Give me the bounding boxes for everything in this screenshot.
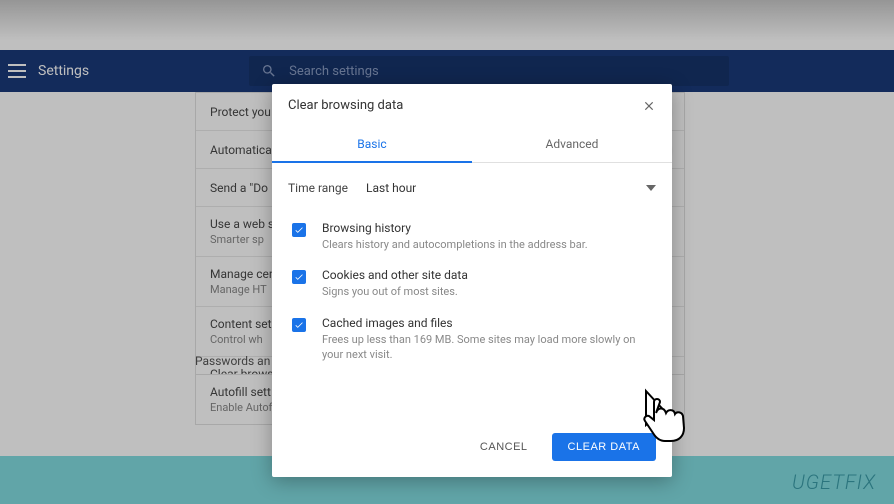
time-range-value: Last hour — [366, 181, 416, 195]
tab-basic[interactable]: Basic — [272, 127, 472, 163]
search-icon — [261, 63, 277, 79]
search-placeholder: Search settings — [289, 64, 379, 79]
close-icon[interactable] — [642, 99, 656, 113]
page-title: Settings — [38, 63, 89, 79]
search-input[interactable]: Search settings — [249, 56, 729, 86]
section-heading: Passwords an — [195, 354, 270, 368]
option-browsing-history[interactable]: Browsing history Clears history and auto… — [272, 213, 672, 260]
dialog-title: Clear browsing data — [288, 98, 403, 113]
chevron-down-icon — [646, 185, 656, 191]
watermark-text: UGETFIX — [792, 470, 876, 494]
hamburger-icon[interactable] — [8, 64, 26, 78]
option-cached-files[interactable]: Cached images and files Frees up less th… — [272, 308, 672, 371]
clear-browsing-data-dialog: Clear browsing data Basic Advanced Time … — [272, 84, 672, 477]
clear-data-button[interactable]: CLEAR DATA — [552, 433, 656, 461]
time-range-label: Time range — [288, 181, 348, 195]
option-cookies[interactable]: Cookies and other site data Signs you ou… — [272, 260, 672, 307]
dialog-tabs: Basic Advanced — [272, 127, 672, 163]
checkbox[interactable] — [292, 270, 306, 284]
cancel-button[interactable]: CANCEL — [464, 433, 544, 461]
window-chrome-gradient — [0, 0, 894, 40]
checkbox[interactable] — [292, 318, 306, 332]
time-range-select[interactable]: Last hour — [366, 177, 656, 199]
tab-advanced[interactable]: Advanced — [472, 127, 672, 162]
checkbox[interactable] — [292, 223, 306, 237]
